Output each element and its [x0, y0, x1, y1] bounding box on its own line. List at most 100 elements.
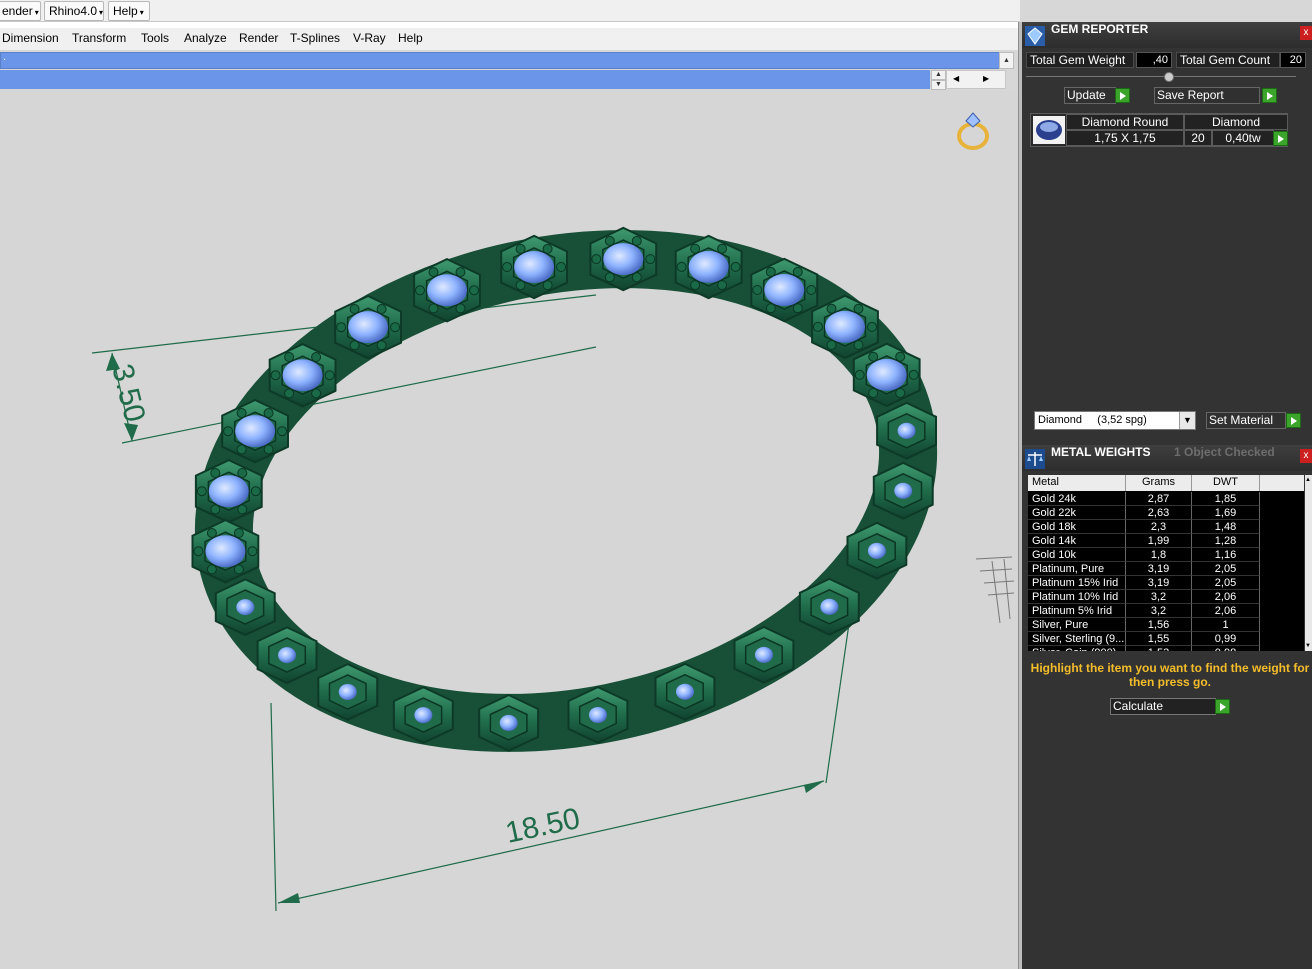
- chevron-down-icon[interactable]: ▼: [1179, 412, 1195, 429]
- table-row[interactable]: Gold 18k 2,3 1,48: [1028, 520, 1304, 534]
- gem-ring-icon[interactable]: [957, 112, 989, 150]
- cell-grams: 1,53: [1126, 646, 1192, 651]
- table-row[interactable]: Silver, Pure 1,56 1: [1028, 618, 1304, 632]
- gem-shape-cell[interactable]: Diamond Round: [1066, 114, 1184, 130]
- rhino-dropdown[interactable]: Rhino4.0 ▾: [44, 1, 104, 21]
- update-button[interactable]: Update: [1064, 87, 1116, 104]
- set-material-go-button[interactable]: [1286, 413, 1301, 428]
- menu-analyze[interactable]: Analyze: [184, 31, 227, 45]
- scroll-up-icon[interactable]: ▲: [1305, 477, 1311, 483]
- cell-metal: Gold 22k: [1028, 506, 1126, 520]
- cell-dwt: 0,99: [1192, 632, 1260, 646]
- gem-size-cell[interactable]: 1,75 X 1,75: [1066, 130, 1184, 146]
- menu-help[interactable]: Help: [398, 31, 423, 45]
- menu-tsplines[interactable]: T-Splines: [290, 31, 340, 45]
- viewport-perspective[interactable]: 18.50 3.50: [0, 91, 1020, 969]
- menu-render[interactable]: Render: [239, 31, 278, 45]
- table-row[interactable]: Platinum 15% Irid 3,19 2,05: [1028, 576, 1304, 590]
- table-row[interactable]: Gold 10k 1,8 1,16: [1028, 548, 1304, 562]
- material-select[interactable]: Diamond (3,52 spg) ▼: [1034, 411, 1196, 430]
- cell-metal: Platinum 15% Irid: [1028, 576, 1126, 590]
- column-header-grams[interactable]: Grams: [1126, 475, 1192, 491]
- command-scroll-up-2[interactable]: ▲: [931, 70, 946, 80]
- cell-dwt: 1,16: [1192, 548, 1260, 562]
- horizontal-scrollbar[interactable]: ◀ ▶: [946, 70, 1006, 89]
- dim-arrow: [124, 423, 138, 441]
- menu-tools[interactable]: Tools: [141, 31, 169, 45]
- cell-dwt: 2,06: [1192, 604, 1260, 618]
- command-scroll-up[interactable]: ▲: [999, 52, 1014, 69]
- cell-metal: Gold 10k: [1028, 548, 1126, 562]
- cell-grams: 3,19: [1126, 576, 1192, 590]
- table-row[interactable]: Silver, Coin (900)1,530,98: [1028, 646, 1304, 651]
- command-history: .: [0, 51, 1000, 69]
- total-gem-count-value: 20: [1280, 52, 1306, 68]
- cell-grams: 1,56: [1126, 618, 1192, 632]
- command-prompt-text: .: [3, 51, 7, 63]
- column-header-dwt[interactable]: DWT: [1192, 475, 1260, 491]
- metal-weights-hint: Highlight the item you want to find the …: [1030, 661, 1310, 689]
- scroll-left-icon[interactable]: ◀: [953, 74, 959, 83]
- cell-metal: Gold 14k: [1028, 534, 1126, 548]
- dimension-height-label: 3.50: [105, 361, 151, 426]
- metal-weights-title: METAL WEIGHTS: [1051, 445, 1151, 459]
- table-row[interactable]: Platinum 5% Irid 3,2 2,06: [1028, 604, 1304, 618]
- cell-grams: 3,2: [1126, 590, 1192, 604]
- splitter-line: [1026, 76, 1296, 77]
- grid-fragment: [975, 556, 1015, 624]
- save-report-label: Save Report: [1157, 88, 1224, 102]
- menu-vray[interactable]: V-Ray: [353, 31, 386, 45]
- save-report-go-button[interactable]: [1262, 88, 1277, 103]
- help-dropdown-label: Help: [113, 4, 138, 18]
- calculate-go-button[interactable]: [1215, 699, 1230, 714]
- cell-grams: 3,19: [1126, 562, 1192, 576]
- column-header-metal[interactable]: Metal: [1028, 475, 1126, 491]
- table-row[interactable]: Gold 14k 1,99 1,28: [1028, 534, 1304, 548]
- table-row[interactable]: Gold 24k 2,87 1,85: [1028, 492, 1304, 506]
- ring-band: [194, 230, 938, 752]
- gem-count-cell[interactable]: 20: [1184, 130, 1212, 146]
- set-material-button[interactable]: Set Material: [1206, 412, 1286, 429]
- cell-grams: 2,3: [1126, 520, 1192, 534]
- command-input[interactable]: [0, 70, 930, 89]
- metal-weights-table[interactable]: Metal Grams DWT Gold 24k 2,87 1,85 Gold 22k…: [1028, 475, 1304, 651]
- cell-dwt: 1,85: [1192, 492, 1260, 506]
- diamond-round-icon: [1033, 116, 1065, 144]
- table-row[interactable]: Silver, Sterling (9... 1,55 0,99: [1028, 632, 1304, 646]
- command-scroll-down[interactable]: ▼: [931, 80, 946, 90]
- gem-row-go-button[interactable]: [1273, 131, 1288, 146]
- save-report-button[interactable]: Save Report: [1154, 87, 1260, 104]
- material-select-value: Diamond (3,52 spg): [1038, 414, 1147, 426]
- close-icon[interactable]: x: [1300, 26, 1312, 40]
- gem-weight-cell[interactable]: 0,40tw: [1212, 130, 1274, 146]
- scroll-down-icon[interactable]: ▼: [1305, 643, 1311, 649]
- cell-grams: 1,99: [1126, 534, 1192, 548]
- render-dropdown-label: ender: [2, 4, 33, 18]
- render-dropdown[interactable]: ender ▾: [0, 1, 41, 21]
- cell-dwt: 0,98: [1192, 646, 1260, 651]
- cell-dwt: 1,48: [1192, 520, 1260, 534]
- close-icon[interactable]: x: [1300, 449, 1312, 463]
- menu-dimension[interactable]: Dimension: [2, 31, 59, 45]
- table-row[interactable]: Gold 22k 2,63 1,69: [1028, 506, 1304, 520]
- top-menu-bar: ender ▾ Rhino4.0 ▾ Help ▾: [0, 0, 1020, 22]
- metal-table-scrollbar[interactable]: ▲ ▼: [1305, 475, 1312, 651]
- table-row[interactable]: Platinum 10% Irid 3,2 2,06: [1028, 590, 1304, 604]
- cell-grams: 2,87: [1126, 492, 1192, 506]
- cell-metal: Platinum 5% Irid: [1028, 604, 1126, 618]
- help-dropdown[interactable]: Help ▾: [108, 1, 150, 21]
- total-gem-weight-label: Total Gem Weight: [1026, 52, 1134, 68]
- splitter-handle-icon[interactable]: [1164, 72, 1174, 82]
- menu-transform[interactable]: Transform: [72, 31, 126, 45]
- cell-metal: Platinum, Pure: [1028, 562, 1126, 576]
- plugin-panel: GEM REPORTER x Total Gem Weight ,40 Tota…: [1022, 22, 1312, 969]
- update-go-button[interactable]: [1115, 88, 1130, 103]
- table-row[interactable]: Platinum, Pure 3,19 2,05: [1028, 562, 1304, 576]
- main-menu-bar: Dimension Transform Tools Analyze Render…: [0, 28, 1020, 50]
- cell-dwt: 1,28: [1192, 534, 1260, 548]
- eternity-ring: [191, 226, 938, 752]
- scroll-right-icon[interactable]: ▶: [983, 74, 989, 83]
- gem-reporter-icon: [1025, 26, 1045, 46]
- gem-material-cell[interactable]: Diamond: [1184, 114, 1288, 130]
- calculate-button[interactable]: Calculate: [1110, 698, 1216, 715]
